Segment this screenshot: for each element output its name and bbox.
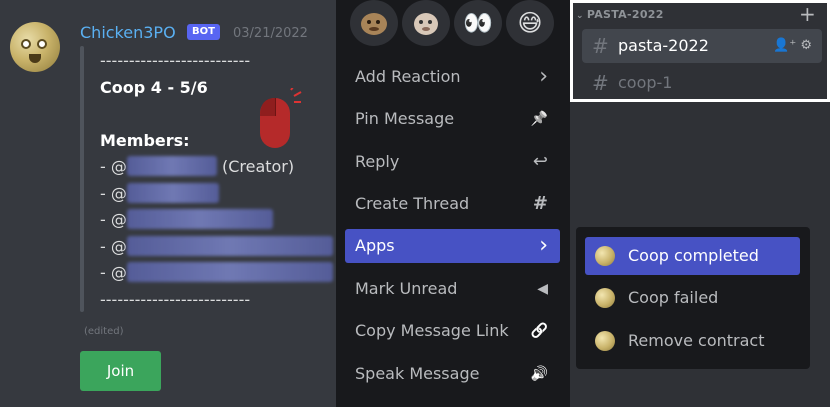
member-line: - @ [100, 181, 333, 208]
member-prefix: - @ [100, 263, 127, 282]
divider-line: -------------------------- [100, 289, 251, 309]
app-avatar-icon [595, 288, 615, 308]
meme-face-2-icon [414, 13, 438, 35]
mark-unread-icon: ◀ [537, 281, 548, 297]
divider-line: -------------------------- [100, 51, 251, 70]
apps-submenu: Coop completed Coop failed Remove contra… [576, 227, 810, 369]
menu-label: Speak Message [355, 364, 480, 383]
member-prefix: - @ [100, 183, 127, 203]
chevron-right-icon: › [539, 64, 548, 89]
menu-label: Reply [355, 152, 400, 171]
redacted-member [126, 235, 333, 256]
redacted-member [126, 156, 217, 176]
member-prefix: - @ [100, 236, 127, 256]
mouse-click-icon [260, 88, 302, 148]
menu-mark-unread[interactable]: Mark Unread ◀ [345, 272, 560, 306]
menu-label: Pin Message [355, 109, 455, 128]
redacted-member [126, 209, 273, 229]
menu-speak-message[interactable]: Speak Message 🔊 [345, 357, 560, 391]
member-line: - @ [100, 260, 333, 287]
reply-icon: ↩ [532, 151, 548, 172]
username[interactable]: Chicken3PO [80, 23, 176, 42]
highlight-box [570, 0, 830, 102]
app-avatar-icon [595, 246, 615, 266]
app-label: Coop failed [628, 288, 719, 307]
member-prefix: - @ [100, 157, 127, 176]
user-avatar[interactable] [10, 22, 60, 72]
avatar-mouth [29, 54, 41, 63]
app-coop-failed[interactable]: Coop failed [585, 279, 800, 317]
member-prefix: - @ [100, 210, 127, 229]
sweat-smile-icon: 😅 [517, 9, 543, 37]
bot-badge: BOT [187, 24, 220, 40]
redacted-member [126, 182, 219, 203]
meme-face-1-icon [361, 13, 387, 35]
quick-reactions: 👀 😅 [336, 0, 570, 50]
menu-copy-message-link[interactable]: Copy Message Link 🔗 [345, 314, 560, 348]
thread-icon: # [532, 193, 548, 214]
message-context-menu: 👀 😅 Add Reaction › Pin Message 📌 Reply ↩ Cr… [336, 0, 570, 407]
link-icon: 🔗 [530, 323, 548, 339]
avatar-eye-left [21, 39, 31, 49]
pin-icon: 📌 [530, 111, 548, 127]
member-line: - @ (Creator) [100, 154, 333, 181]
menu-label: Create Thread [355, 194, 470, 213]
reaction-eyes-icon[interactable]: 👀 [454, 0, 502, 46]
app-coop-completed[interactable]: Coop completed [585, 237, 800, 275]
menu-label: Mark Unread [355, 279, 458, 298]
menu-create-thread[interactable]: Create Thread # [345, 187, 560, 221]
edited-label: (edited) [84, 326, 124, 337]
message-timestamp: 03/21/2022 [233, 26, 308, 41]
menu-apps[interactable]: Apps › [345, 229, 560, 263]
app-avatar-icon [595, 331, 615, 351]
chat-area: Chicken3PO BOT 03/21/2022 --------------… [0, 0, 336, 407]
member-line: - @ [100, 234, 333, 261]
app-label: Coop completed [628, 246, 759, 265]
reaction-meme-face-2-icon[interactable] [402, 0, 450, 46]
reaction-sweat-smile-icon[interactable]: 😅 [506, 0, 554, 46]
menu-label: Add Reaction [355, 67, 461, 86]
eyes-icon: 👀 [463, 9, 493, 37]
reaction-meme-face-1-icon[interactable] [350, 0, 398, 46]
menu-label: Apps [355, 236, 395, 255]
speak-icon: 🔊 [530, 366, 548, 382]
creator-suffix: (Creator) [221, 157, 295, 176]
app-remove-contract[interactable]: Remove contract [585, 322, 800, 360]
menu-reply[interactable]: Reply ↩ [345, 145, 560, 179]
avatar-eye-right [37, 39, 47, 49]
redacted-member [126, 262, 333, 282]
app-label: Remove contract [628, 331, 765, 350]
member-line: - @ [100, 207, 333, 234]
menu-add-reaction[interactable]: Add Reaction › [345, 60, 560, 94]
menu-pin-message[interactable]: Pin Message 📌 [345, 102, 560, 136]
quote-bar [80, 46, 84, 312]
join-button[interactable]: Join [80, 351, 161, 391]
chevron-right-icon: › [539, 233, 548, 258]
menu-label: Copy Message Link [355, 321, 509, 340]
